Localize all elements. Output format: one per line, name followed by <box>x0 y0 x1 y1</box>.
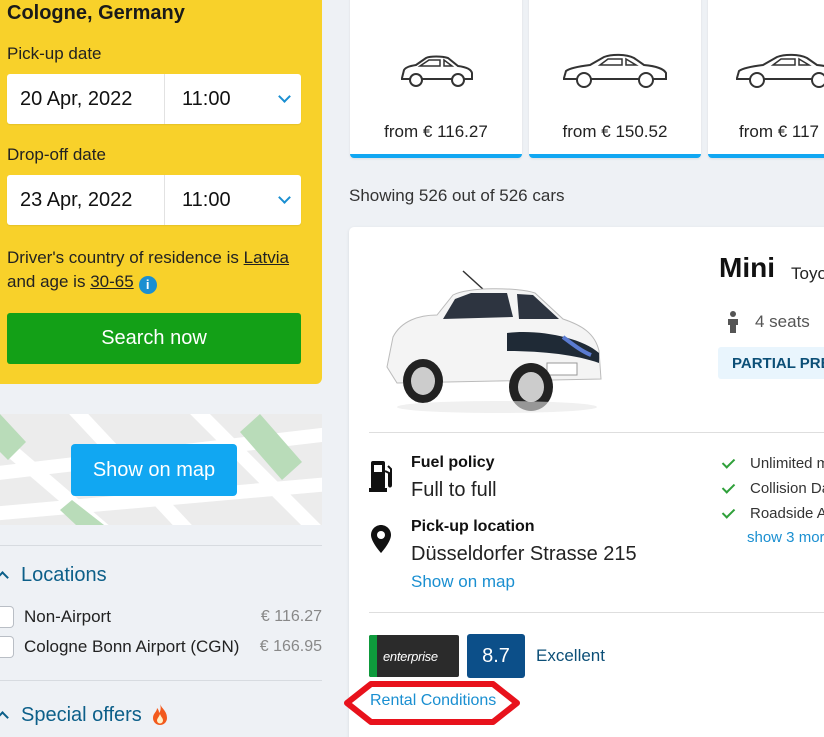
age-link[interactable]: 30-65 <box>90 272 133 291</box>
special-offers-filter-header[interactable]: Special offers <box>0 703 170 727</box>
fuel-pump-icon <box>369 461 392 492</box>
locations-filter-header[interactable]: Locations <box>0 564 107 587</box>
dropoff-datetime: 23 Apr, 2022 11:00 <box>7 175 301 225</box>
supplier-name: enterprise <box>383 648 438 664</box>
info-icon[interactable]: i <box>138 276 157 294</box>
filter-option-airport[interactable]: Cologne Bonn Airport (CGN) € 166.95 <box>0 636 322 658</box>
car-category: Mini <box>719 252 775 283</box>
category-price: from € 117 <box>739 122 820 141</box>
dropoff-time-select[interactable]: 11:00 <box>165 175 301 225</box>
inclusion-label: Roadside A <box>750 505 824 522</box>
seats-count: 4 seats <box>755 312 810 331</box>
results-count: Showing 526 out of 526 cars <box>349 186 565 205</box>
location-pin-icon <box>371 525 391 553</box>
category-card-medium[interactable]: from € 150.52 <box>529 0 701 158</box>
supplier-logo-stripe <box>369 635 377 677</box>
check-icon <box>721 454 736 469</box>
chevron-down-icon <box>278 90 291 103</box>
residence-prefix: Driver's country of residence is <box>7 248 239 267</box>
pickup-show-on-map-link[interactable]: Show on map <box>411 572 515 592</box>
pickup-date-input[interactable]: 20 Apr, 2022 <box>7 74 165 124</box>
inclusion-label: Unlimited m <box>750 455 824 472</box>
category-card-small[interactable]: from € 116.27 <box>350 0 522 158</box>
seats-info: 4 seats <box>727 311 810 333</box>
car-model: Toyo <box>791 264 824 283</box>
rental-conditions-link[interactable]: Rental Conditions <box>370 692 496 710</box>
fuel-policy-label: Fuel policy <box>411 454 495 471</box>
filter-price: € 166.95 <box>259 638 322 655</box>
checkbox[interactable] <box>0 606 14 628</box>
rating-score-badge: 8.7 <box>467 634 525 678</box>
check-icon <box>721 504 736 519</box>
supplier-logo: enterprise <box>369 635 459 677</box>
search-panel: Cologne, Germany Pick-up date 20 Apr, 20… <box>0 0 322 384</box>
fuel-policy-value: Full to full <box>411 479 497 501</box>
dropoff-date-label: Drop-off date <box>7 145 106 164</box>
divider <box>0 680 322 681</box>
pickup-datetime: 20 Apr, 2022 11:00 <box>7 74 301 124</box>
category-price: from € 150.52 <box>562 122 668 141</box>
age-prefix: and age is <box>7 272 86 291</box>
driver-residence-text: Driver's country of residence is Latvia … <box>7 246 307 294</box>
chevron-up-icon <box>0 571 9 584</box>
rating-label[interactable]: Excellent <box>536 646 605 666</box>
chevron-down-icon <box>278 191 291 204</box>
country-link[interactable]: Latvia <box>244 248 289 267</box>
map-preview: Show on map <box>0 414 322 525</box>
inclusion-label: Collision Da <box>750 480 824 497</box>
pickup-time-value: 11:00 <box>182 87 231 110</box>
check-icon <box>721 479 736 494</box>
divider <box>0 545 322 546</box>
fuel-tag-badge: PARTIAL PRE <box>718 347 824 379</box>
car-photo[interactable] <box>367 259 607 419</box>
fire-icon <box>152 704 167 725</box>
show-on-map-button[interactable]: Show on map <box>71 444 237 496</box>
locations-title: Locations <box>21 564 107 586</box>
filter-option-non-airport[interactable]: Non-Airport € 116.27 <box>0 606 322 628</box>
car-sedan-icon <box>736 53 824 88</box>
pickup-date-label: Pick-up date <box>7 44 102 63</box>
person-icon <box>728 311 738 333</box>
pickup-location-value: Düsseldorfer Strasse 215 <box>411 543 637 565</box>
filter-label: Cologne Bonn Airport (CGN) <box>24 637 240 656</box>
divider <box>369 612 824 613</box>
special-offers-title: Special offers <box>21 703 142 726</box>
car-result-card: Mini Toyo 4 seats PARTIAL PRE Fuel polic… <box>349 227 824 737</box>
car-sedan-icon <box>563 53 667 88</box>
divider <box>369 432 824 433</box>
inclusion-item: Roadside A <box>721 504 824 522</box>
filter-price: € 116.27 <box>260 608 322 625</box>
car-hatchback-icon <box>401 55 473 87</box>
inclusion-item: Collision Da <box>721 479 824 497</box>
category-card-large[interactable]: from € 117 <box>708 0 824 158</box>
dropoff-date-input[interactable]: 23 Apr, 2022 <box>7 175 165 225</box>
pickup-time-select[interactable]: 11:00 <box>165 74 301 124</box>
filter-label: Non-Airport <box>24 607 111 626</box>
pickup-location-label: Pick-up location <box>411 518 535 535</box>
search-now-button[interactable]: Search now <box>7 313 301 364</box>
category-price: from € 116.27 <box>384 122 488 141</box>
dropoff-time-value: 11:00 <box>182 188 231 211</box>
pickup-location-title: Cologne, Germany <box>7 2 185 24</box>
show-more-inclusions-link[interactable]: show 3 mor <box>747 529 824 546</box>
checkbox[interactable] <box>0 636 14 658</box>
inclusion-item: Unlimited m <box>721 454 824 472</box>
chevron-up-icon <box>0 710 9 724</box>
